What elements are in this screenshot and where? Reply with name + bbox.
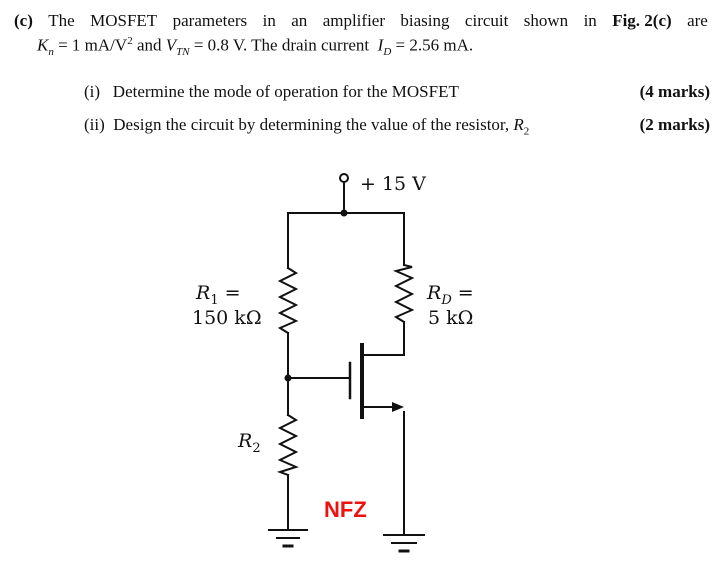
r1-subscript: 1 (210, 293, 218, 308)
r2-label: R2 (237, 430, 261, 456)
resistor-rd-icon (392, 263, 415, 324)
junction-dot (284, 374, 292, 382)
r1-equals: = (219, 282, 241, 304)
rd-subscript: D (440, 293, 452, 308)
rd-symbol: R (426, 282, 441, 304)
source-arrow-icon (392, 402, 404, 412)
rd-value: 5 kΩ (428, 307, 473, 329)
ground-icon (383, 534, 425, 553)
ground-icon (268, 529, 308, 548)
r2-symbol: R (237, 430, 252, 452)
supply-terminal (339, 173, 349, 183)
rd-label: RD = (426, 282, 474, 308)
rd-equals: = (452, 282, 474, 304)
circuit-diagram: + 15 V R1 = 150 kΩ RD = 5 kΩ R2 NFZ (192, 173, 474, 553)
junction-dot (340, 209, 348, 217)
r2-subscript: 2 (252, 441, 260, 456)
resistor-r2-icon (276, 413, 299, 477)
watermark: NFZ (324, 497, 367, 522)
supply-label: + 15 V (360, 173, 426, 195)
r1-value: 150 kΩ (192, 307, 262, 329)
resistor-r1-icon (277, 266, 299, 335)
r1-symbol: R (195, 282, 210, 304)
r1-label: R1 = (195, 282, 241, 308)
